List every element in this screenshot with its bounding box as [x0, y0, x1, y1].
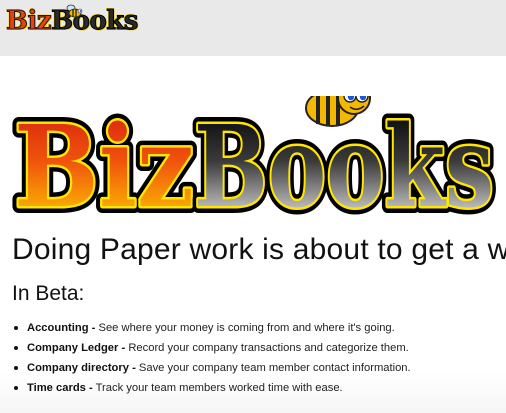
feature-description: Record your company transactions and cat… [125, 342, 409, 354]
feature-item-accounting: Accounting - See where your money is com… [12, 318, 502, 338]
tagline: Doing Paper work is about to get a w [12, 233, 506, 266]
logo-biz-text: Biz [5, 6, 52, 37]
bullet-icon [14, 346, 18, 350]
top-bar: BizBooks [0, 0, 506, 57]
feature-description: Save your company team member contact in… [135, 362, 411, 374]
feature-list: Accounting - See where your money is com… [12, 318, 502, 398]
feature-item-time-cards: Time cards - Track your team members wor… [12, 378, 502, 398]
feature-item-company-directory: Company directory - Save your company te… [12, 358, 502, 378]
in-beta-heading: In Beta: [12, 282, 85, 305]
hero-section: Biz Biz Books Books Doing Paper work is … [0, 56, 506, 413]
feature-description: See where your money is coming from and … [95, 322, 395, 334]
feature-name: Accounting - [27, 322, 96, 334]
bee-icon [66, 4, 83, 18]
feature-item-company-ledger: Company Ledger - Record your company tra… [12, 338, 502, 358]
feature-description: Track your team members worked time with… [92, 382, 343, 394]
logo-biz-word-outline: Biz [14, 102, 194, 233]
bullet-icon [14, 386, 18, 390]
bullet-icon [14, 366, 18, 370]
feature-name: Company directory - [27, 362, 136, 374]
logo-books-text: Books [51, 6, 139, 37]
feature-name: Company Ledger - [27, 342, 126, 354]
feature-name: Time cards - [27, 382, 93, 394]
bullet-icon [14, 326, 18, 330]
